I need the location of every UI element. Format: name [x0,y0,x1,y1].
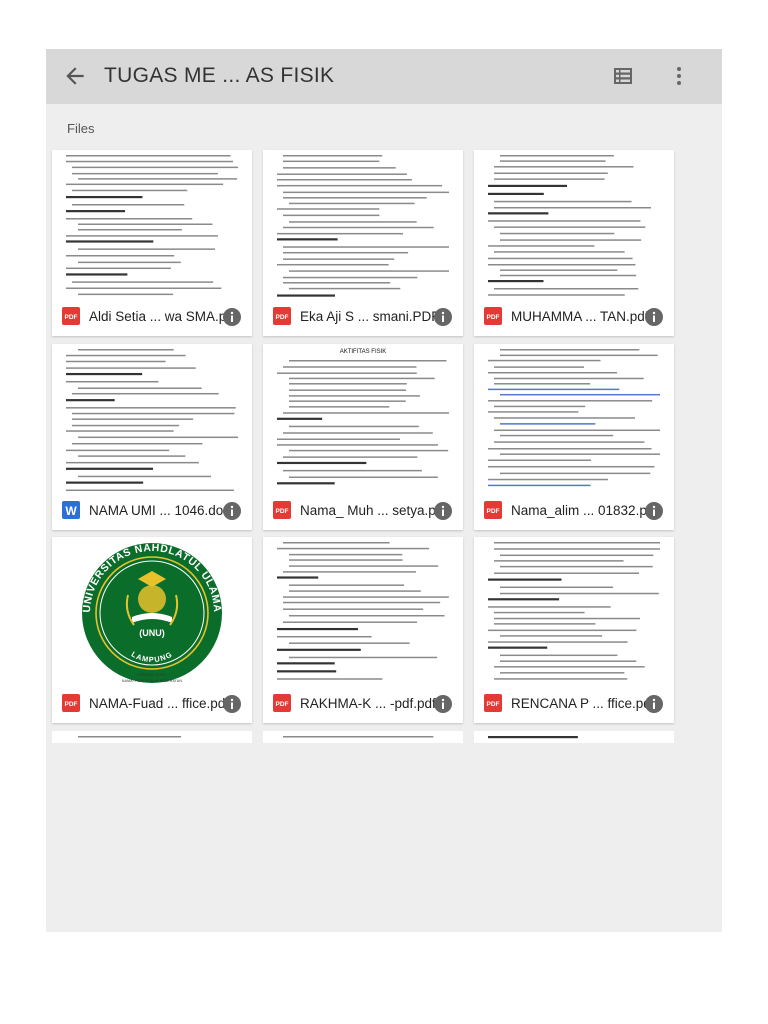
file-thumbnail [263,537,463,685]
pdf-icon: PDF [62,307,80,325]
arrow-left-icon[interactable] [62,63,88,89]
pdf-icon: PDF [273,501,291,519]
file-caption: PDF Nama_alim ... 01832.pdf [474,492,674,530]
file-caption: PDF MUHAMMA ... TAN.pdf [474,298,674,336]
file-caption: PDF Aldi Setia ... wa SMA.pdf [52,298,252,336]
files-section-label: Files [67,121,95,136]
file-name: RAKHMA-K ... -pdf.pdf [300,696,436,711]
logo-unu-text: (UNU) [139,628,165,638]
svg-text:PDF: PDF [276,314,289,321]
svg-text:PDF: PDF [65,314,78,321]
file-card[interactable]: W NAMA UMI ... 1046.docx [52,344,252,530]
file-caption: PDF RENCANA P ... ffice.pdf [474,685,674,723]
info-icon[interactable] [433,307,453,327]
file-card[interactable]: AKTIFITAS FISIK PDF Nama_ Muh ... setya.… [263,344,463,530]
file-name: Eka Aji S ... smani.PDF [300,309,438,324]
file-card-partial[interactable] [52,731,252,743]
pdf-icon: PDF [273,307,291,325]
svg-text:PDF: PDF [487,508,500,515]
info-icon[interactable] [433,501,453,521]
file-caption: PDF Nama_ Muh ... setya.pdf [263,492,463,530]
svg-text:PDF: PDF [487,701,500,708]
file-name: NAMA-Fuad ... ffice.pdf [89,696,227,711]
file-thumbnail [474,731,674,743]
file-card-partial[interactable] [263,731,463,743]
app-bar: TUGAS ME ... AS FISIK [46,49,722,104]
file-card[interactable]: PDF Eka Aji S ... smani.PDF [263,150,463,336]
file-thumbnail [474,150,674,298]
file-thumbnail: UNIVERSITAS NAHDLATUL ULAMA (UNU) LAMPUN… [52,537,252,685]
file-name: MUHAMMA ... TAN.pdf [511,309,649,324]
file-caption: W NAMA UMI ... 1046.docx [52,492,252,530]
file-name: NAMA UMI ... 1046.docx [89,503,227,518]
pdf-icon: PDF [484,307,502,325]
list-view-icon[interactable] [612,65,634,87]
file-name: Aldi Setia ... wa SMA.pdf [89,309,227,324]
file-caption: PDF RAKHMA-K ... -pdf.pdf [263,685,463,723]
logo-caption-2: NAMA: PENDIDIKAN KESEHATAN [121,679,183,683]
pdf-icon: PDF [62,694,80,712]
file-thumbnail [52,150,252,298]
file-thumbnail [474,344,674,492]
info-icon[interactable] [222,501,242,521]
pdf-icon: PDF [273,694,291,712]
file-thumbnail [263,731,463,743]
file-name: Nama_alim ... 01832.pdf [511,503,649,518]
file-thumbnail [52,344,252,492]
thumbnail-heading: AKTIFITAS FISIK [340,349,387,355]
file-name: Nama_ Muh ... setya.pdf [300,503,438,518]
svg-text:W: W [65,504,77,518]
pdf-icon: PDF [484,694,502,712]
info-icon[interactable] [644,694,664,714]
file-card[interactable]: PDF RENCANA P ... ffice.pdf [474,537,674,723]
svg-text:PDF: PDF [276,508,289,515]
file-thumbnail [263,150,463,298]
word-doc-icon: W [62,501,80,519]
info-icon[interactable] [433,694,453,714]
file-thumbnail: AKTIFITAS FISIK [263,344,463,492]
info-icon[interactable] [644,307,664,327]
info-icon[interactable] [222,694,242,714]
svg-text:PDF: PDF [276,701,289,708]
drive-folder-panel: TUGAS ME ... AS FISIK Files PDF Aldi Set… [46,49,722,932]
file-card[interactable]: PDF RAKHMA-K ... -pdf.pdf [263,537,463,723]
file-thumbnail [474,537,674,685]
logo-caption-1: DISUSUN OLEH: [137,673,167,677]
svg-text:PDF: PDF [65,701,78,708]
file-card[interactable]: PDF Aldi Setia ... wa SMA.pdf [52,150,252,336]
file-card[interactable]: UNIVERSITAS NAHDLATUL ULAMA (UNU) LAMPUN… [52,537,252,723]
university-logo: UNIVERSITAS NAHDLATUL ULAMA (UNU) LAMPUN… [81,542,223,683]
file-card-partial[interactable] [474,731,674,743]
file-name: RENCANA P ... ffice.pdf [511,696,649,711]
file-card[interactable]: PDF MUHAMMA ... TAN.pdf [474,150,674,336]
file-thumbnail [52,731,252,743]
svg-text:PDF: PDF [487,314,500,321]
pdf-icon: PDF [484,501,502,519]
file-caption: PDF NAMA-Fuad ... ffice.pdf [52,685,252,723]
folder-title: TUGAS ME ... AS FISIK [104,64,335,87]
info-icon[interactable] [222,307,242,327]
file-caption: PDF Eka Aji S ... smani.PDF [263,298,463,336]
file-card[interactable]: PDF Nama_alim ... 01832.pdf [474,344,674,530]
info-icon[interactable] [644,501,664,521]
more-vert-icon[interactable] [672,65,686,87]
